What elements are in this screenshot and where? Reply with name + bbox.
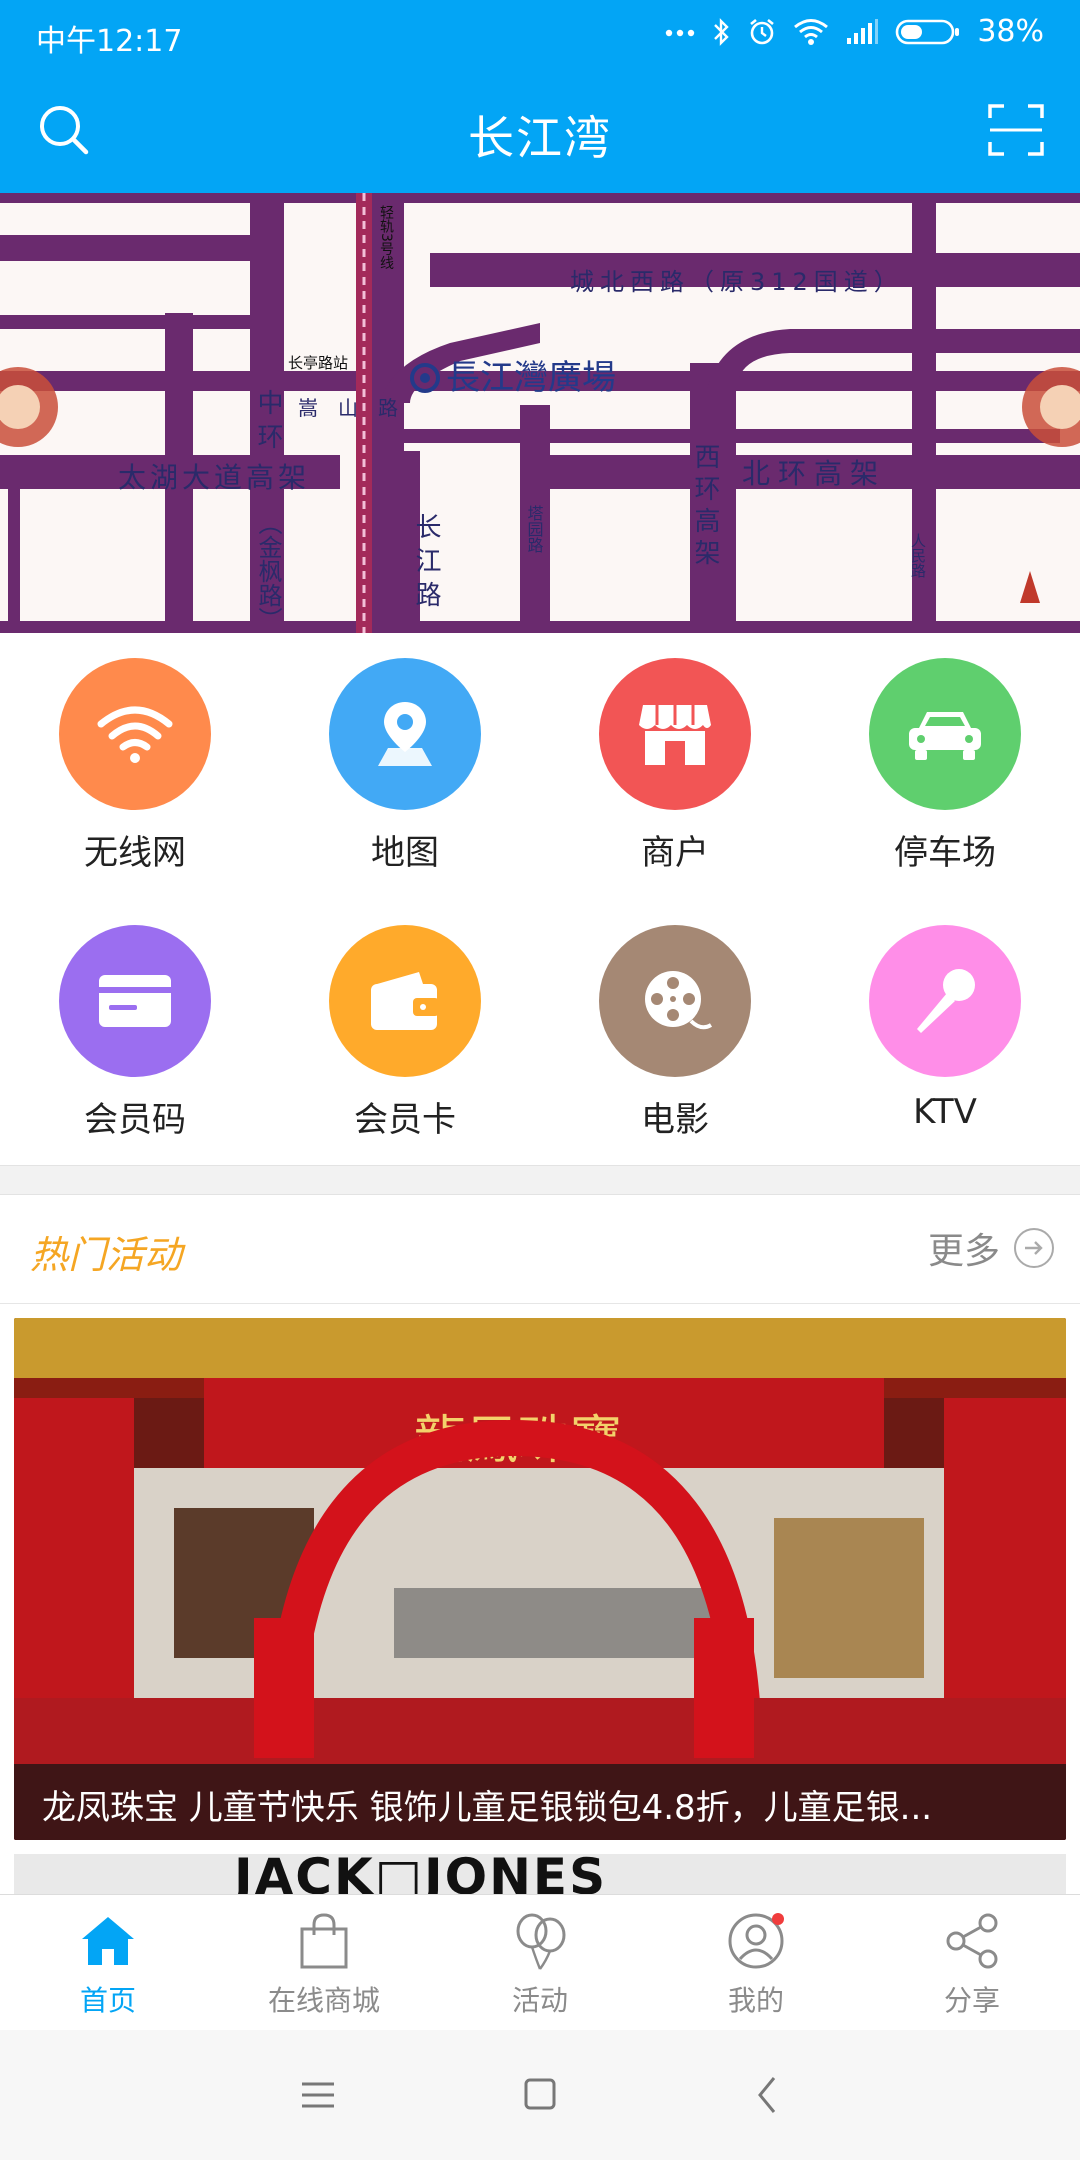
battery-icon [895,18,961,46]
grid-label: 商户 [641,833,709,873]
car-icon [869,658,1021,810]
map-label-rail: 轻轨3号线 [378,205,394,270]
grid-item-member-code[interactable]: 会员码 [0,917,270,1167]
map-label-station: 长亭路站 [288,354,348,372]
share-icon [946,1913,998,1969]
app-header: 长江湾 [0,70,1080,193]
grid-row-2: 会员码 会员卡 电影 KTV [0,917,1080,1167]
film-reel-icon [599,925,751,1077]
microphone-icon [869,925,1021,1077]
grid-item-map[interactable]: 地图 [270,650,540,900]
nav-label: 首页 [79,1984,136,2017]
grid-label: 会员卡 [354,1100,456,1140]
nav-label: 我的 [727,1984,784,2017]
home-square-icon[interactable] [510,2070,570,2120]
bluetooth-icon [711,17,731,47]
store-icon [599,658,751,810]
arrow-right-circle-icon [1014,1228,1054,1268]
member-code-icon [59,925,211,1077]
home-icon [82,1917,134,1965]
more-label: 更多 [927,1231,1000,1272]
nav-label: 活动 [511,1984,568,2017]
map-label-changjiang: 长江路 [411,513,441,615]
wifi-icon [59,658,211,810]
map-label-beihuan: 北环高架 [742,457,886,490]
activity-card[interactable]: 龍鳳珠寶 龙凤珠宝 儿童节快乐 银饰儿童足银锁包4.8折，儿童足银... [14,1318,1066,1840]
grid-item-movie[interactable]: 电影 [540,917,810,1167]
nav-item-activities[interactable]: 活动 [432,1895,648,2031]
menu-icon[interactable] [288,2070,348,2120]
signal-icon [845,18,879,46]
map-logo-text: 長江灣廣場 [446,358,616,398]
wifi-icon [793,18,829,46]
alarm-icon [747,17,777,47]
grid-label: 会员码 [84,1100,186,1140]
profile-icon [728,1913,784,1969]
nav-label: 在线商城 [267,1984,380,2017]
system-nav-bar [0,2030,1080,2160]
wallet-icon [329,925,481,1077]
scan-icon [988,104,1044,156]
status-bar: 中午12:17 38% [0,0,1080,70]
back-icon[interactable] [738,2070,798,2120]
activity-image-sign: JACK□JONES [234,1854,608,1894]
balloons-icon [516,1913,566,1970]
nav-item-share[interactable]: 分享 [864,1895,1080,2031]
grid-item-wifi[interactable]: 无线网 [0,650,270,900]
map-label-xihuan: 西环高架 [690,443,720,571]
grid-label: 电影 [641,1100,709,1140]
grid-item-ktv[interactable]: KTV [810,917,1080,1167]
map-label-taihu: 太湖大道高架 [118,461,310,494]
map-label-jinfeng: （金枫路） [254,511,282,631]
section-divider [0,1165,1080,1195]
activity-caption: 龙凤珠宝 儿童节快乐 银饰儿童足银锁包4.8折，儿童足银... [14,1764,1066,1840]
grid-row-1: 无线网 地图 商户 停车场 [0,650,1080,900]
hot-activities-header: 热门活动 更多 [0,1196,1080,1304]
grid-label: 停车场 [894,833,996,873]
grid-label: 地图 [371,833,439,873]
map-label-zhonghuan: 中环 [253,389,283,457]
grid-item-member-card[interactable]: 会员卡 [270,917,540,1167]
more-dots-icon [665,27,695,37]
nav-label: 分享 [943,1984,1000,2017]
map-pin-icon [329,658,481,810]
grid-label: KTV [913,1092,977,1132]
status-time: 中午12:17 [36,24,183,59]
section-title: 热门活动 [30,1233,183,1277]
grid-item-parking[interactable]: 停车场 [810,650,1080,900]
bottom-nav: 首页 在线商城 活动 我的 分享 [0,1894,1080,2030]
shopping-bag-icon [300,1913,348,1969]
grid-label: 无线网 [84,833,186,873]
grid-item-stores[interactable]: 商户 [540,650,810,900]
map-label-tayuan: 塔园路 [525,505,544,553]
activity-card[interactable]: JACK□JONES [14,1854,1066,1894]
page-title: 长江湾 [468,111,612,165]
more-link[interactable]: 更多 [928,1222,1054,1274]
banner-carousel[interactable]: 城北西路（原312国道） 太湖大道高架 北环高架 嵩山路 长亭路站 人民路 中环… [0,193,1080,633]
nav-item-home[interactable]: 首页 [0,1895,216,2031]
status-icons: 38% [665,14,1044,49]
battery-percent: 38% [977,14,1044,49]
nav-item-profile[interactable]: 我的 [648,1895,864,2031]
map-label-road-north: 城北西路（原312国道） [570,268,904,296]
nav-item-online-mall[interactable]: 在线商城 [216,1895,432,2031]
scan-button[interactable] [986,100,1046,160]
map-label-renmin: 人民路 [909,533,927,578]
map-label-songshan: 嵩山路 [298,396,418,420]
activity-image: 龍鳳珠寶 [14,1318,1066,1840]
location-map-image: 城北西路（原312国道） 太湖大道高架 北环高架 嵩山路 长亭路站 人民路 中环… [0,193,1080,633]
